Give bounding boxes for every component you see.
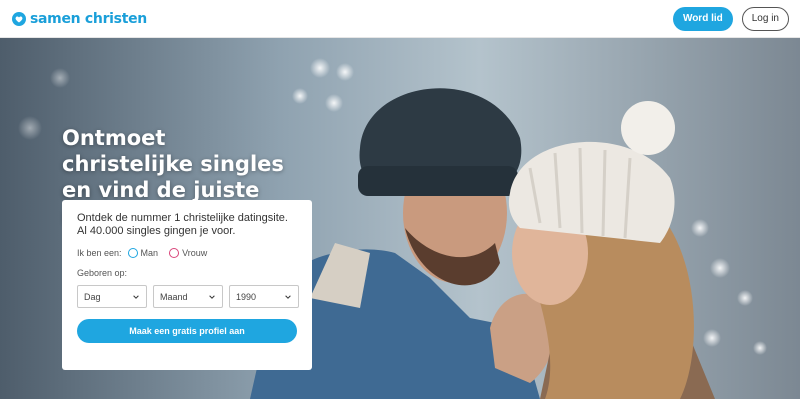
gender-option-man[interactable]: Man xyxy=(127,248,159,258)
day-select[interactable]: Dag xyxy=(77,285,147,308)
gender-row: Ik ben een: Man Vrouw xyxy=(77,248,299,258)
login-button[interactable]: Log in xyxy=(741,6,789,31)
month-select[interactable]: Maand xyxy=(153,285,223,308)
join-button[interactable]: Word lid xyxy=(672,6,733,31)
heart-logo-icon xyxy=(12,11,26,26)
hero-section: Ontmoet christelijke singles en vind de … xyxy=(0,38,800,399)
form-intro: Ontdek de nummer 1 christelijke datingsi… xyxy=(77,212,288,237)
logo-text: samen christen xyxy=(30,10,147,27)
radio-man[interactable] xyxy=(127,248,138,258)
dob-label: Geboren op: xyxy=(77,268,128,278)
create-profile-button[interactable]: Maak een gratis profiel aan xyxy=(77,319,297,343)
radio-man-label: Man xyxy=(140,248,159,258)
signup-form: Ontdek de nummer 1 christelijke datingsi… xyxy=(62,200,312,370)
month-select-value: Maand xyxy=(160,291,188,302)
radio-vrouw[interactable] xyxy=(169,248,180,258)
logo[interactable]: samen christen xyxy=(12,11,147,27)
chevron-down-icon xyxy=(209,294,215,299)
year-select[interactable]: 1990 xyxy=(229,285,299,308)
year-select-value: 1990 xyxy=(236,291,257,302)
dob-selects: Dag Maand 1990 xyxy=(77,285,299,308)
gender-option-vrouw[interactable]: Vrouw xyxy=(169,248,207,258)
gender-label: Ik ben een: xyxy=(77,248,122,258)
header-actions: Word lid Log in xyxy=(672,6,789,31)
chevron-down-icon xyxy=(285,294,291,299)
site-header: samen christen Word lid Log in xyxy=(0,0,800,38)
chevron-down-icon xyxy=(133,294,139,299)
day-select-value: Dag xyxy=(84,291,101,302)
radio-vrouw-label: Vrouw xyxy=(182,248,208,258)
